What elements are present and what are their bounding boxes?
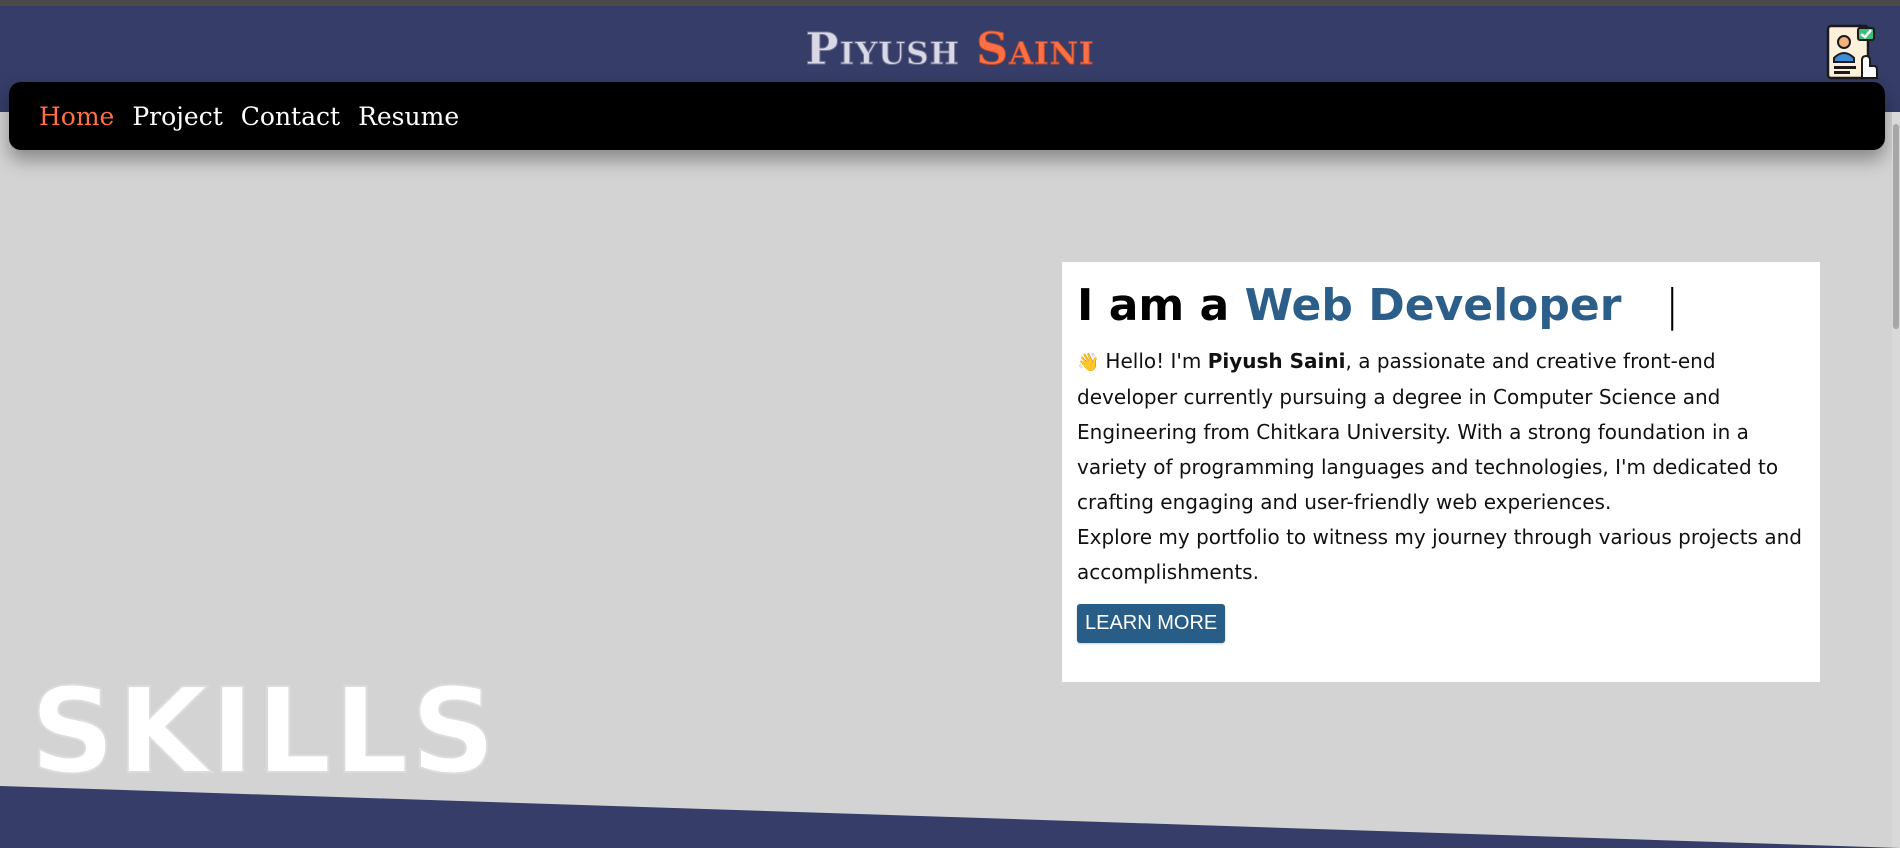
intro-explore-text: Explore my portfolio to witness my journ… xyxy=(1077,525,1802,584)
learn-more-button[interactable]: LEARN MORE xyxy=(1077,604,1226,643)
skills-heading: SKILLS xyxy=(29,662,498,800)
intro-greeting: Hello! I'm xyxy=(1105,349,1202,373)
typing-cursor: | xyxy=(1664,280,1680,331)
brand-first-name: Piyush xyxy=(805,24,960,76)
intro-description: , a passionate and creative front-end de… xyxy=(1077,349,1779,514)
wave-icon: 👋 xyxy=(1077,352,1100,373)
bottom-section-band xyxy=(0,786,1900,848)
nav-link-home[interactable]: Home xyxy=(39,102,114,131)
heading-role: Web Developer xyxy=(1244,280,1622,331)
page-scrollbar[interactable] xyxy=(1892,112,1900,848)
brand-last-name: Saini xyxy=(976,24,1095,76)
intro-name: Piyush Saini xyxy=(1207,349,1346,373)
nav-link-contact[interactable]: Contact xyxy=(241,102,340,131)
nav-link-project[interactable]: Project xyxy=(132,102,222,131)
heading-prefix: I am a xyxy=(1077,280,1230,331)
intro-paragraph: 👋 Hello! I'm Piyush Saini, a passionate a… xyxy=(1077,344,1805,590)
main-navbar: Home Project Contact Resume xyxy=(9,82,1885,150)
nav-link-resume[interactable]: Resume xyxy=(358,102,459,131)
resume-document-icon[interactable] xyxy=(1824,20,1878,82)
intro-heading: I am a Web Developer | xyxy=(1077,278,1805,334)
scrollbar-thumb[interactable] xyxy=(1893,124,1899,329)
site-brand: Piyush Saini xyxy=(0,24,1900,76)
intro-card: I am a Web Developer | 👋 Hello! I'm Piyus… xyxy=(1062,262,1820,682)
